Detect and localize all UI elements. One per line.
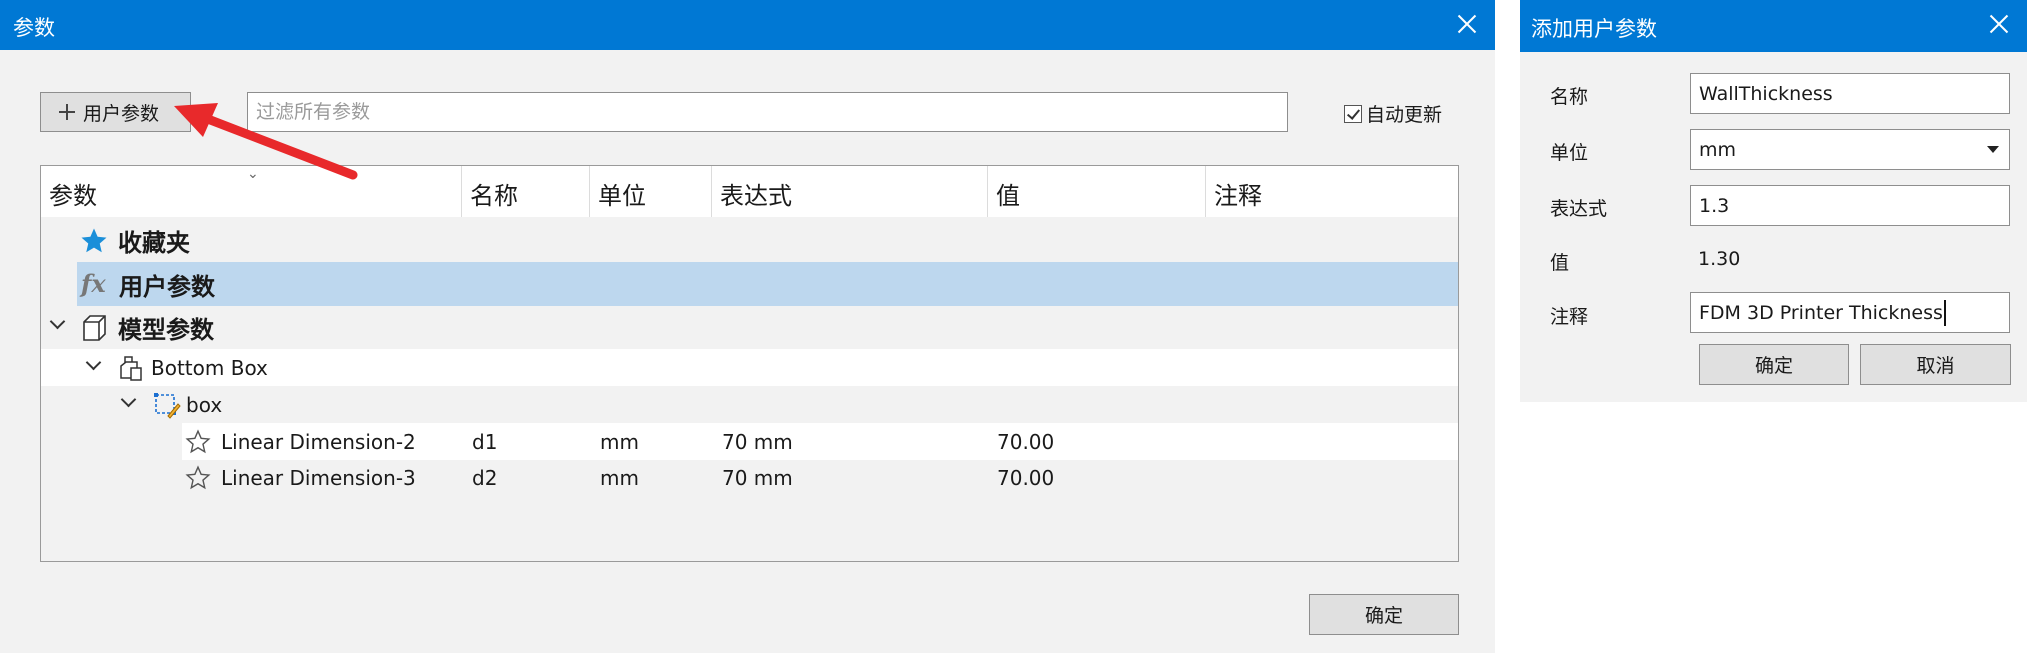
unit-field-label: 单位 <box>1550 142 1589 164</box>
parameters-table: ⌄ 参数 名称 单位 表达式 值 注释 收藏夹 fx 用户参数 模型参数 Bot… <box>40 165 1459 562</box>
auto-update-label: 自动更新 <box>1366 104 1443 126</box>
expression-cell[interactable]: 70 mm <box>722 460 793 496</box>
unit-cell: mm <box>600 429 639 454</box>
user-parameters-cell: fx 用户参数 <box>79 262 215 306</box>
close-icon[interactable] <box>1985 10 2013 38</box>
svg-text:fx: fx <box>79 269 106 298</box>
add-user-parameter-label: 用户参数 <box>83 102 160 125</box>
model-parameters-label: 模型参数 <box>118 316 214 344</box>
comment-field-label: 注释 <box>1550 306 1589 328</box>
expression-field-value: 1.3 <box>1699 194 1730 217</box>
group-row-model-parameters[interactable]: 模型参数 <box>41 306 1458 349</box>
table-row[interactable]: Linear Dimension-2 d1 mm 70 mm 70.00 <box>182 423 1458 460</box>
close-icon[interactable] <box>1453 10 1481 38</box>
unit-select[interactable]: mm <box>1690 129 2010 170</box>
user-parameters-label: 用户参数 <box>119 272 215 301</box>
dialog-titlebar: 添加用户参数 <box>1520 0 2027 52</box>
favorites-cell: 收藏夹 <box>79 219 190 262</box>
dropdown-arrow-icon <box>1987 146 1999 153</box>
function-fx-icon: fx <box>79 269 106 298</box>
parameters-dialog: 参数 用户参数 自动更新 ⌄ 参数 名称 单位 表达式 值 注释 收藏夹 <box>0 0 1495 653</box>
tree-row-component[interactable]: Bottom Box <box>41 349 1458 386</box>
cancel-button[interactable]: 取消 <box>1860 344 2011 385</box>
group-row-favorites[interactable]: 收藏夹 <box>41 219 1458 262</box>
model-parameters-cell: 模型参数 <box>79 306 214 349</box>
comment-field[interactable]: FDM 3D Printer Thickness <box>1690 292 2010 333</box>
unit-select-value: mm <box>1699 138 1737 161</box>
star-outline-icon[interactable] <box>185 465 211 491</box>
expression-field-label: 表达式 <box>1550 198 1608 220</box>
column-header-name[interactable]: 名称 <box>462 166 590 217</box>
unit-cell: mm <box>600 466 639 490</box>
value-cell: 70.00 <box>997 429 1055 454</box>
sketch-label: box <box>186 392 223 417</box>
add-user-parameter-button[interactable]: 用户参数 <box>40 92 191 132</box>
name-field[interactable]: WallThickness <box>1690 73 2010 114</box>
column-header-unit[interactable]: 单位 <box>590 166 712 217</box>
value-cell: 70.00 <box>997 466 1055 490</box>
parameter-cell: Linear Dimension-2 <box>185 423 416 460</box>
sketch-icon <box>154 392 181 419</box>
dialog-title: 参数 <box>13 16 55 40</box>
parameter-label: Linear Dimension-2 <box>221 429 416 454</box>
expression-field[interactable]: 1.3 <box>1690 185 2010 226</box>
component-label: Bottom Box <box>151 355 268 380</box>
parameter-cell: Linear Dimension-3 <box>185 460 416 496</box>
dialog-titlebar: 参数 <box>0 0 1495 50</box>
sketch-cell: box <box>152 386 222 423</box>
name-cell: d1 <box>472 429 498 454</box>
star-outline-icon[interactable] <box>185 428 211 455</box>
name-cell: d2 <box>472 466 498 490</box>
group-row-user-parameters[interactable]: fx 用户参数 <box>77 262 1458 306</box>
column-header-expression[interactable]: 表达式 <box>712 166 988 217</box>
ok-button[interactable]: 确定 <box>1309 594 1459 635</box>
column-header-value[interactable]: 值 <box>988 166 1206 217</box>
comment-field-value: FDM 3D Printer Thickness <box>1699 301 1943 324</box>
column-header-comment[interactable]: 注释 <box>1206 166 1458 217</box>
tree-row-sketch[interactable]: box <box>41 386 1458 423</box>
name-field-value: WallThickness <box>1699 82 1833 105</box>
text-caret <box>1943 299 1946 326</box>
component-cell: Bottom Box <box>117 349 268 386</box>
favorites-label: 收藏夹 <box>118 229 190 257</box>
dialog-title: 添加用户参数 <box>1531 17 1657 41</box>
parameter-label: Linear Dimension-3 <box>221 466 416 490</box>
component-icon <box>120 355 142 381</box>
name-field-label: 名称 <box>1550 86 1589 108</box>
expand-chevron-icon[interactable] <box>120 393 138 411</box>
value-readout: 1.30 <box>1698 248 1741 270</box>
plus-icon <box>59 104 75 120</box>
table-row[interactable]: Linear Dimension-3 d2 mm 70 mm 70.00 <box>182 460 1458 496</box>
value-label: 值 <box>1550 252 1570 274</box>
star-filled-icon <box>81 228 107 252</box>
filter-input[interactable] <box>247 92 1288 132</box>
confirm-button[interactable]: 确定 <box>1699 344 1849 385</box>
body-cube-icon <box>83 314 106 341</box>
auto-update-checkbox[interactable]: 自动更新 <box>1344 100 1442 127</box>
checkbox-checked-icon <box>1344 104 1362 123</box>
expand-chevron-icon[interactable] <box>85 356 103 374</box>
expand-chevron-icon[interactable] <box>49 315 67 333</box>
expression-cell[interactable]: 70 mm <box>722 423 793 460</box>
annotation-arrow-icon <box>174 103 358 180</box>
add-user-parameter-dialog: 添加用户参数 名称 WallThickness 单位 mm 表达式 1.3 值 … <box>1520 0 2027 402</box>
